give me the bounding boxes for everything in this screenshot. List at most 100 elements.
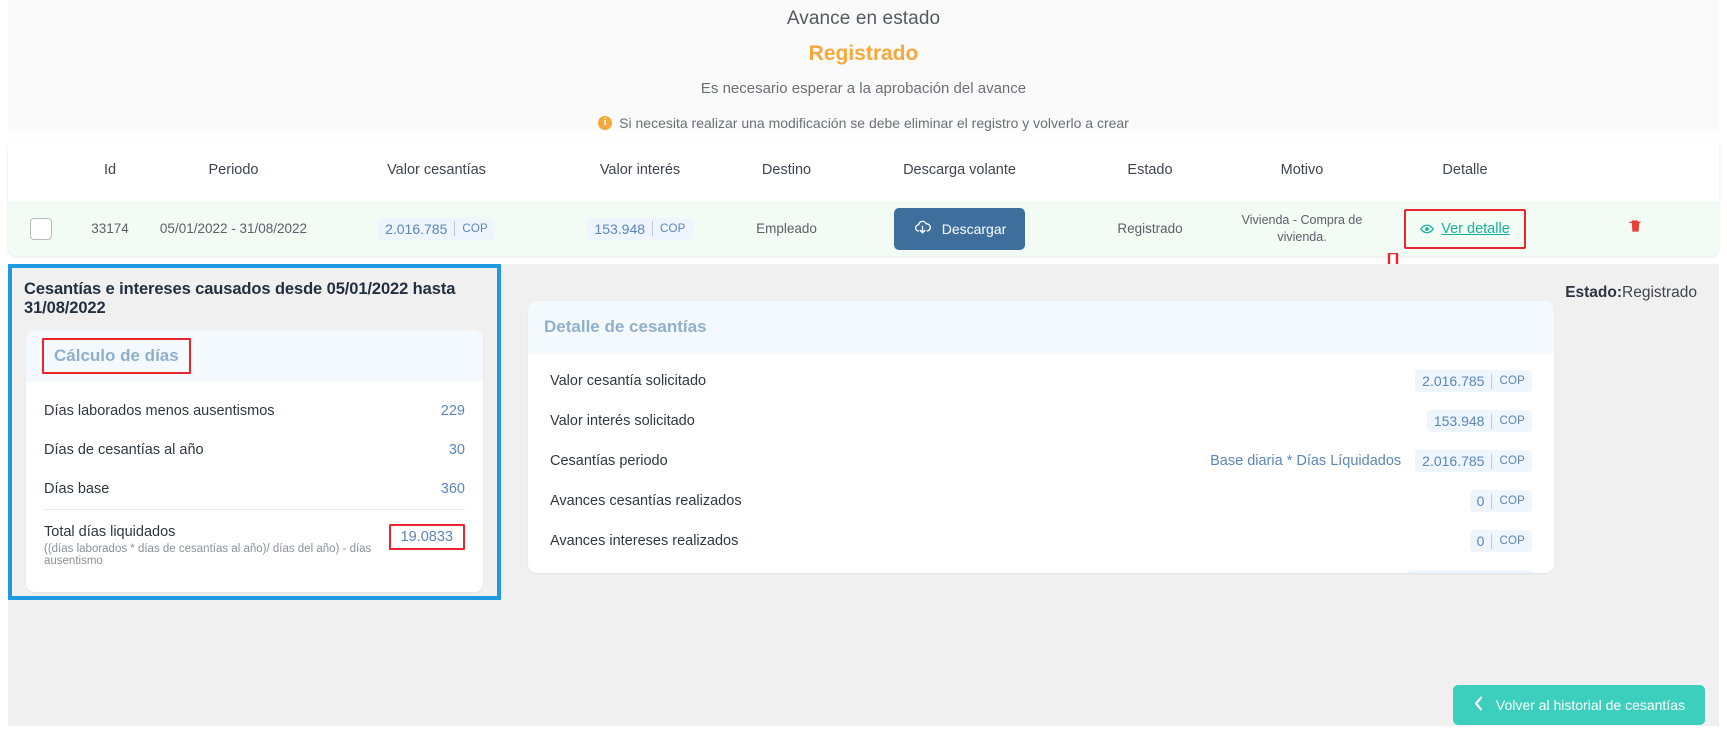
cesantias-card-header: Detalle de cesantías	[528, 301, 1554, 353]
calculo-total-value: 19.0833	[388, 524, 465, 550]
money-badge-cesantias: 2.016.785 COP	[378, 217, 495, 240]
calculo-row-label: Días laborados menos ausentismos	[44, 403, 275, 419]
table-row: 33174 05/01/2022 - 31/08/2022 2.016.785 …	[8, 201, 1719, 256]
money-amount: 153.948	[594, 220, 646, 237]
header-valor-cesantias: Valor cesantías	[387, 162, 486, 178]
chevron-left-icon	[1473, 696, 1484, 714]
calculo-dias-panel: Cesantías e intereses causados desde 05/…	[8, 264, 501, 600]
money-currency: COP	[1499, 455, 1525, 467]
money-badge: 105.683,26 COP	[1407, 570, 1532, 573]
detail-panel-title: Cesantías e intereses causados desde 05/…	[24, 280, 456, 317]
cell-estado: Registrado	[1117, 221, 1183, 236]
cell-destino: Empleado	[756, 221, 817, 236]
banner-note: i Si necesita realizar una modificación …	[598, 115, 1129, 131]
table-header-row: Id Periodo Valor cesantías Valor interés…	[8, 139, 1719, 201]
status-banner: Avance en estado Registrado Es necesario…	[8, 0, 1719, 131]
header-periodo: Periodo	[208, 162, 259, 178]
download-button-label: Descargar	[941, 220, 1007, 237]
cesantias-row-label: Avances cesantías realizados	[550, 493, 742, 509]
header-motivo: Motivo	[1280, 162, 1324, 178]
calculo-total-formula: ((días laborados * días de cesantías al …	[44, 543, 372, 567]
calculo-total-text: Total días liquidados ((días laborados *…	[44, 524, 389, 567]
money-badge: 2.016.785 COP	[1415, 370, 1532, 392]
money-separator	[1491, 493, 1493, 509]
cell-detalle: Ver detalle	[1378, 208, 1552, 249]
money-amount: 2.016.785	[385, 220, 448, 237]
cesantias-row: Avances cesantías realizados 0 COP	[550, 481, 1532, 521]
money-badge: 0 COP	[1469, 530, 1532, 552]
money-separator	[454, 221, 456, 236]
banner-title: Avance en estado	[786, 8, 941, 29]
cesantias-row-values: 2.016.785 COP	[1415, 370, 1532, 392]
trash-icon[interactable]	[1628, 217, 1643, 240]
estado-summary: Estado:Registrado	[1565, 284, 1697, 302]
money-currency: COP	[1499, 375, 1525, 387]
calculo-header-label: Cálculo de días	[42, 338, 191, 374]
footer-bar: Volver al historial de cesantías	[8, 680, 1719, 726]
calculo-row: Días laborados menos ausentismos 229	[44, 392, 465, 431]
cesantias-row-label: Valor interés solicitado	[550, 413, 695, 429]
cesantias-row-label: Cesantías periodo	[550, 453, 668, 469]
header-estado: Estado	[1127, 162, 1173, 178]
estado-summary-value: Registrado	[1622, 284, 1697, 301]
estado-summary-label: Estado:	[1565, 284, 1623, 301]
money-currency: COP	[1499, 495, 1525, 507]
info-icon: i	[598, 116, 613, 130]
back-to-history-label: Volver al historial de cesantías	[1495, 697, 1685, 713]
cesantias-row-values: 0 COP	[1469, 530, 1532, 552]
eye-icon	[1420, 222, 1435, 236]
calculo-rows: Días laborados menos ausentismos 229 Día…	[26, 382, 483, 579]
cesantias-row: Valor cesantía solicitado 2.016.785 COP	[550, 361, 1532, 401]
money-badge-interes: 153.948 COP	[587, 217, 693, 240]
money-badge: 2.016.785 COP	[1415, 450, 1532, 472]
calculo-row-value: 229	[440, 403, 465, 419]
calculo-row-label: Días de cesantías al año	[44, 442, 204, 458]
banner-note-text: Si necesita realizar una modificación se…	[619, 115, 1129, 131]
cesantias-header-label: Detalle de cesantías	[544, 317, 707, 336]
cesantias-row-values: Base diaria * Días Líquidados 2.016.785 …	[1210, 450, 1532, 472]
money-badge: 0 COP	[1469, 490, 1532, 512]
download-button[interactable]: Descargar	[893, 207, 1026, 250]
money-currency: COP	[1499, 415, 1525, 427]
page-root: Avance en estado Registrado Es necesario…	[0, 0, 1727, 747]
money-badge: 153.948 COP	[1426, 410, 1532, 432]
back-to-history-button[interactable]: Volver al historial de cesantías	[1452, 685, 1705, 725]
base-diaria-row: Base diaria Ver detalle 105.683,26	[550, 561, 1532, 573]
ver-detalle-link[interactable]: Ver detalle	[1441, 221, 1510, 237]
money-currency: COP	[1499, 535, 1525, 547]
header-descarga-volante: Descarga volante	[903, 162, 1016, 178]
money-separator	[1491, 413, 1493, 429]
cesantias-row-label: Valor cesantía solicitado	[550, 373, 707, 389]
money-separator	[1491, 533, 1493, 549]
base-diaria-values: 105.683,26 COP	[1407, 570, 1532, 573]
header-id: Id	[103, 162, 117, 178]
cesantias-row-values: 153.948 COP	[1426, 410, 1532, 432]
cesantias-row: Valor interés solicitado 153.948 COP	[550, 401, 1532, 441]
money-separator	[1491, 453, 1493, 469]
money-currency: COP	[660, 222, 686, 235]
calculo-row: Días de cesantías al año 30	[44, 431, 465, 470]
banner-subtitle: Es necesario esperar a la aprobación del…	[700, 80, 1027, 97]
row-checkbox[interactable]	[30, 217, 52, 240]
cesantias-rows: Valor cesantía solicitado 2.016.785 COP …	[528, 353, 1554, 573]
detail-area: Estado:Registrado Cesantías e intereses …	[8, 264, 1719, 680]
cell-id: 33174	[91, 221, 129, 236]
money-amount: 2.016.785	[1422, 453, 1485, 469]
calculo-row-value: 30	[448, 442, 465, 458]
cell-delete	[1552, 217, 1719, 240]
cell-motivo: Vivienda - Compra de vivienda.	[1226, 212, 1378, 245]
cesantias-row-formula: Base diaria * Días Líquidados	[1210, 453, 1402, 469]
calculo-row-label: Días base	[44, 481, 110, 497]
cell-periodo: 05/01/2022 - 31/08/2022	[159, 221, 308, 236]
cesantias-row: Avances intereses realizados 0 COP	[550, 521, 1532, 561]
money-amount: 153.948	[1433, 413, 1485, 429]
detalle-cesantias-panel: Detalle de cesantías Valor cesantía soli…	[528, 301, 1554, 573]
cesantias-row-label: Avances intereses realizados	[550, 533, 739, 549]
cesantias-row-values: 0 COP	[1469, 490, 1532, 512]
calculo-total-row: Total días liquidados ((días laborados *…	[44, 509, 465, 579]
motivo-text: Vivienda - Compra de vivienda.	[1241, 212, 1363, 244]
ver-detalle-highlight: Ver detalle	[1404, 208, 1526, 249]
advances-table: Id Periodo Valor cesantías Valor interés…	[8, 139, 1719, 256]
money-amount: 2.016.785	[1422, 373, 1485, 389]
calculo-row: Días base 360	[44, 470, 465, 509]
